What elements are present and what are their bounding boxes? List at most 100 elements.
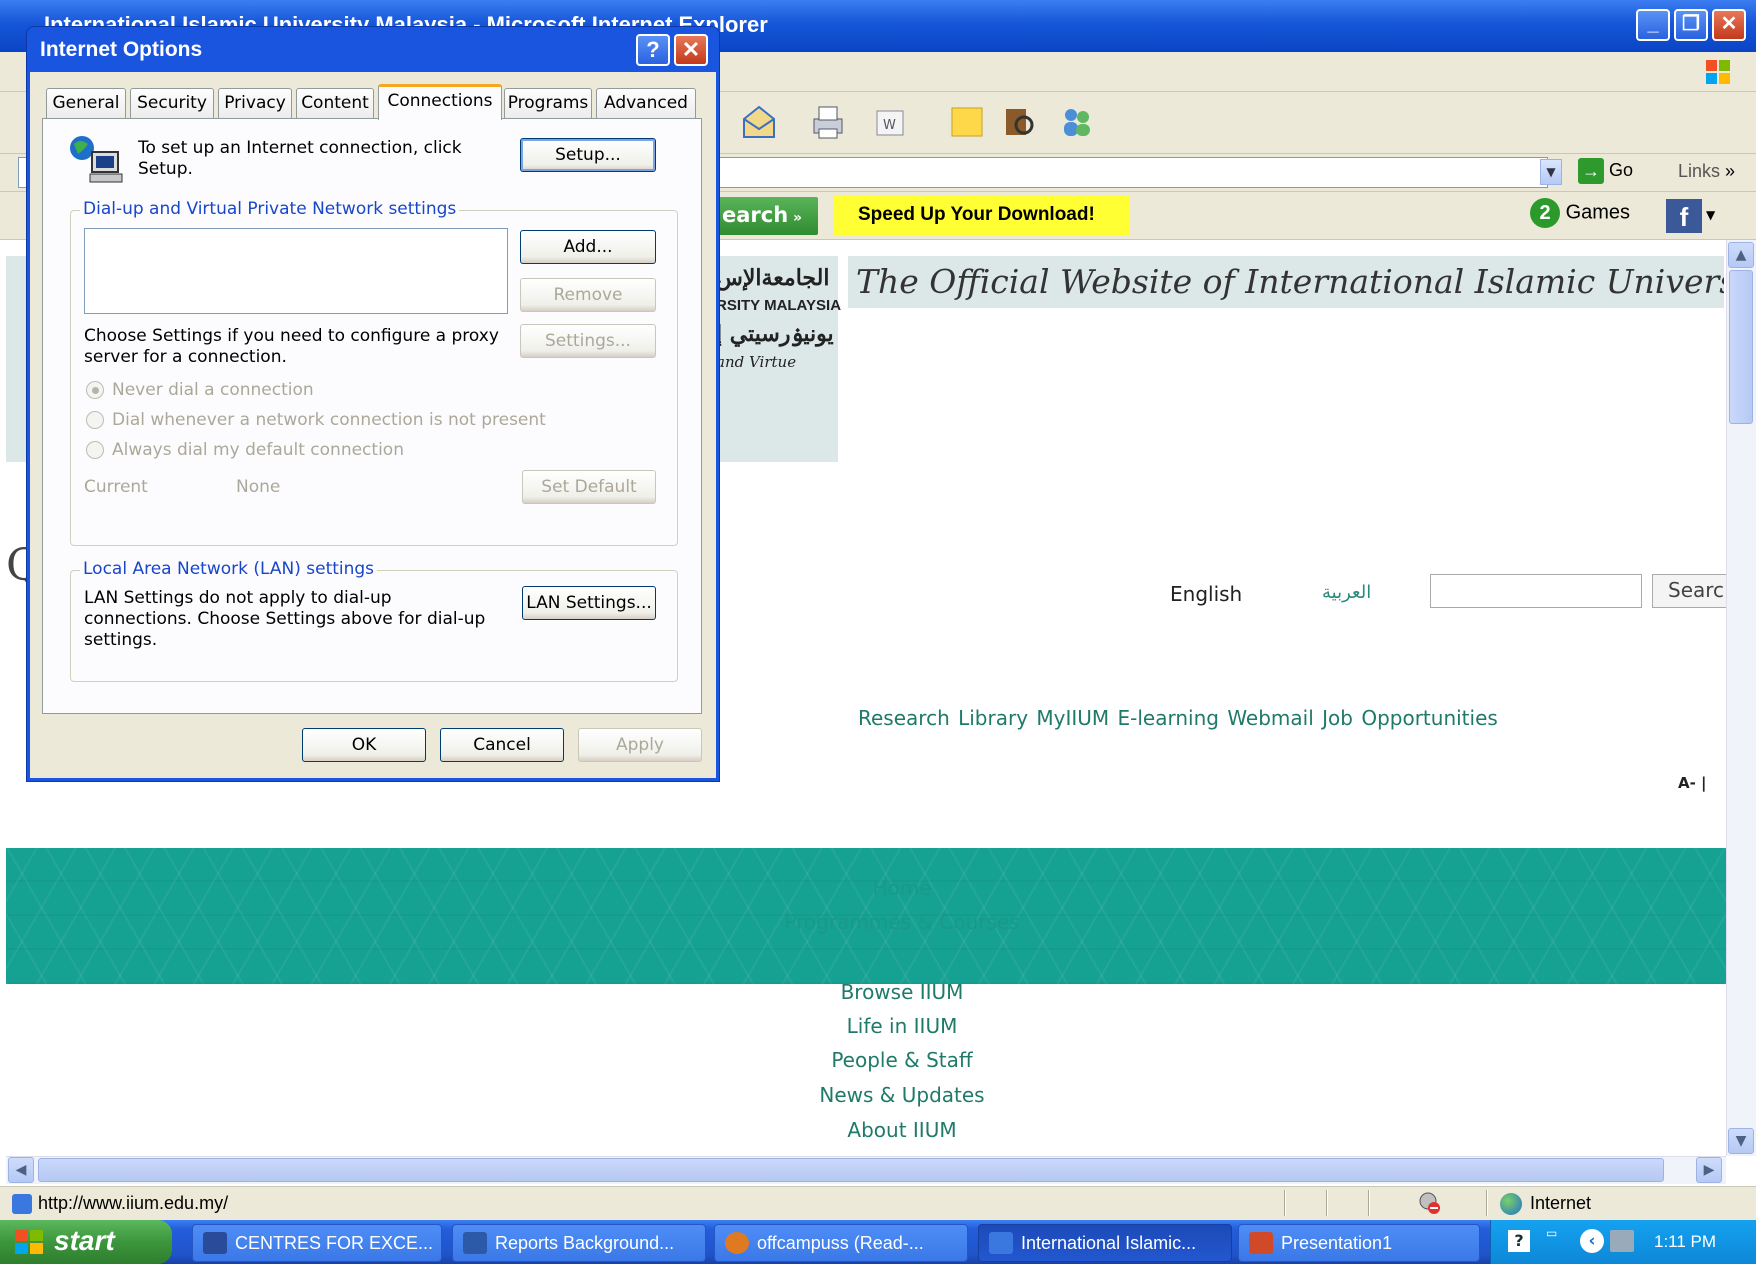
close-button[interactable]: ✕	[1712, 9, 1746, 41]
site-title: The Official Website of International Is…	[848, 256, 1724, 308]
status-url-text: http://www.iium.edu.my/	[38, 1193, 229, 1213]
security-zone: Internet	[1500, 1193, 1592, 1216]
network-connection-icon	[66, 134, 126, 186]
taskbar-item[interactable]: CENTRES FOR EXCE...	[192, 1224, 442, 1262]
facebook-dropdown-icon[interactable]: ▼	[1706, 208, 1715, 222]
taskbar-item-label: offcampuss (Read-...	[757, 1233, 924, 1253]
scroll-down-icon[interactable]: ▼	[1728, 1128, 1754, 1154]
mail-icon[interactable]	[740, 103, 778, 141]
cancel-button[interactable]: Cancel	[440, 728, 564, 762]
lan-group-label: Local Area Network (LAN) settings	[80, 559, 378, 579]
help-tray-icon[interactable]: ?	[1508, 1230, 1530, 1252]
research-icon[interactable]	[1000, 103, 1038, 141]
tab-general[interactable]: General	[46, 88, 126, 118]
vertical-scroll-thumb[interactable]	[1729, 270, 1753, 424]
nav-link-home[interactable]: Home	[602, 876, 1202, 900]
radio-always-dial[interactable]	[86, 441, 104, 459]
network-tray-icon[interactable]: ▭	[1546, 1226, 1562, 1252]
nav-link-people[interactable]: People & Staff	[602, 1048, 1202, 1072]
zone-text: Internet	[1530, 1193, 1592, 1213]
tab-advanced[interactable]: Advanced	[596, 88, 696, 118]
ok-button[interactable]: OK	[302, 728, 426, 762]
minimize-button[interactable]: _	[1636, 9, 1670, 41]
tab-connections[interactable]: Connections	[378, 84, 502, 120]
windows-logo-icon	[1704, 58, 1732, 86]
radio-always-dial-label: Always dial my default connection	[112, 440, 404, 460]
current-value: None	[236, 477, 281, 497]
taskbar-item-label: Presentation1	[1281, 1233, 1393, 1253]
setup-button[interactable]: Setup...	[520, 138, 656, 172]
games-button[interactable]: 2 Games	[1530, 198, 1630, 232]
add-button[interactable]: Add...	[520, 230, 656, 264]
links-label[interactable]: Links »	[1678, 161, 1735, 182]
clock: 1:11 PM	[1654, 1232, 1717, 1251]
svg-text:W: W	[883, 118, 896, 133]
quick-links[interactable]: Research Library MyIIUM E-learning Webma…	[858, 706, 1498, 730]
search-toolbar-button[interactable]: earch »	[716, 197, 818, 235]
apply-button[interactable]: Apply	[578, 728, 702, 762]
radio-dial-whenever-label: Dial whenever a network connection is no…	[112, 410, 546, 430]
print-icon[interactable]	[808, 103, 846, 141]
logo-motto-text: and Virtue	[716, 353, 797, 371]
taskbar-item[interactable]: offcampuss (Read-...	[714, 1224, 968, 1262]
horizontal-scroll-thumb[interactable]	[38, 1158, 1664, 1182]
tab-privacy[interactable]: Privacy	[218, 88, 292, 118]
tab-content[interactable]: Content	[296, 88, 374, 118]
nav-link-life[interactable]: Life in IIUM	[602, 1014, 1202, 1038]
chevron-down-icon[interactable]: ▼	[1540, 159, 1562, 185]
nav-link-news[interactable]: News & Updates	[602, 1083, 1202, 1107]
font-size-control[interactable]: A- |	[1678, 774, 1707, 792]
scroll-right-icon[interactable]: ▶	[1696, 1157, 1722, 1183]
remove-button[interactable]: Remove	[520, 278, 656, 312]
lan-settings-button[interactable]: LAN Settings...	[522, 586, 656, 620]
facebook-icon[interactable]: f	[1666, 199, 1702, 233]
current-label: Current	[84, 477, 148, 497]
nav-link-programmes[interactable]: Programmes & Courses	[602, 910, 1202, 934]
dialog-title: Internet Options	[40, 38, 203, 61]
logo-arabic-text: الجامعةالإس	[716, 265, 830, 291]
taskbar-item-label: International Islamic...	[1021, 1233, 1197, 1253]
radio-dial-whenever[interactable]	[86, 411, 104, 429]
go-arrow-icon: →	[1578, 158, 1604, 184]
expand-tray-icon[interactable]: ‹	[1580, 1229, 1604, 1253]
tab-security[interactable]: Security	[130, 88, 214, 118]
setup-text: To set up an Internet connection, click …	[138, 138, 462, 179]
lan-text: LAN Settings do not apply to dial-up con…	[84, 588, 486, 650]
go-label: Go	[1609, 159, 1634, 180]
edit-icon[interactable]: W	[872, 103, 910, 141]
taskbar-item[interactable]: Reports Background...	[452, 1224, 706, 1262]
site-search-input[interactable]	[1430, 574, 1642, 608]
monitor-tray-icon[interactable]	[1610, 1230, 1634, 1252]
speedup-banner[interactable]: Speed Up Your Download!	[834, 195, 1130, 235]
tab-programs[interactable]: Programs	[504, 88, 592, 118]
status-divider	[1486, 1190, 1488, 1216]
globe-icon	[1500, 1193, 1522, 1216]
dialog-close-button[interactable]: ✕	[674, 34, 708, 66]
help-button[interactable]: ?	[636, 34, 670, 66]
language-english-link[interactable]: English	[1170, 582, 1242, 606]
site-search-button[interactable]: Searc	[1652, 574, 1732, 608]
status-bar	[0, 1186, 1756, 1220]
nav-link-about[interactable]: About IIUM	[602, 1118, 1202, 1142]
radio-never-dial[interactable]	[86, 381, 104, 399]
nav-link-browse[interactable]: Browse IIUM	[602, 980, 1202, 1004]
taskbar-item-label: CENTRES FOR EXCE...	[235, 1233, 434, 1253]
status-divider	[1368, 1190, 1370, 1216]
games-label: Games	[1565, 201, 1631, 224]
taskbar-item[interactable]: International Islamic...	[978, 1224, 1232, 1262]
popup-blocked-icon[interactable]	[1416, 1191, 1442, 1215]
language-arabic-link[interactable]: العربية	[1322, 582, 1371, 603]
status-url: http://www.iium.edu.my/	[12, 1193, 229, 1215]
scroll-up-icon[interactable]: ▲	[1728, 242, 1754, 268]
set-default-button[interactable]: Set Default	[522, 470, 656, 504]
taskbar-item[interactable]: Presentation1	[1238, 1224, 1480, 1262]
messenger-icon[interactable]	[1058, 103, 1096, 141]
windows-flag-icon	[14, 1229, 44, 1255]
university-logo[interactable]: الجامعةالإس RSITY MALAYSIA يونيۏرسيتي إ …	[716, 264, 841, 376]
settings-button[interactable]: Settings...	[520, 324, 656, 358]
restore-button[interactable]: ❐	[1674, 9, 1708, 41]
note-icon[interactable]	[948, 103, 986, 141]
go-button[interactable]: → Go	[1578, 158, 1638, 186]
scroll-left-icon[interactable]: ◀	[8, 1157, 34, 1183]
dialup-connections-list[interactable]	[84, 228, 508, 314]
